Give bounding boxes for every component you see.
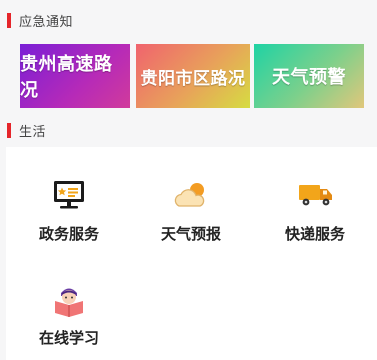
banner-weather-warning[interactable]: 天气预警	[254, 44, 364, 108]
banner-label: 贵州高速路况	[20, 54, 113, 101]
life-section-header: 生活	[0, 116, 377, 144]
emergency-section-header: 应急通知	[0, 6, 377, 34]
banner-label: 天气预警	[272, 67, 346, 88]
monitor-icon	[54, 181, 84, 209]
service-delivery[interactable]: 快递服务	[260, 175, 370, 244]
service-online-learning[interactable]: 在线学习	[14, 279, 124, 348]
service-label: 政务服务	[38, 225, 99, 243]
service-label: 快递服务	[284, 225, 345, 243]
life-services-panel: 政务服务 天气预报 快递服务 在线学习	[6, 147, 377, 360]
service-weather[interactable]: 天气预报	[136, 175, 246, 244]
delivery-truck-icon	[299, 185, 332, 206]
section-marker	[7, 12, 11, 28]
section-marker	[7, 122, 11, 138]
service-label: 在线学习	[38, 329, 99, 347]
reading-student-icon	[55, 288, 83, 317]
weather-icon	[174, 183, 205, 207]
banner-label: 贵阳市区路况	[140, 68, 246, 89]
section-title: 应急通知	[19, 14, 74, 30]
service-government[interactable]: 政务服务	[14, 175, 124, 244]
banner-guiyang-city-traffic[interactable]: 贵阳市区路况	[136, 44, 250, 108]
service-label: 天气预报	[160, 225, 221, 243]
section-title: 生活	[19, 124, 47, 140]
banner-guizhou-highway[interactable]: 贵州高速路况	[20, 44, 130, 108]
